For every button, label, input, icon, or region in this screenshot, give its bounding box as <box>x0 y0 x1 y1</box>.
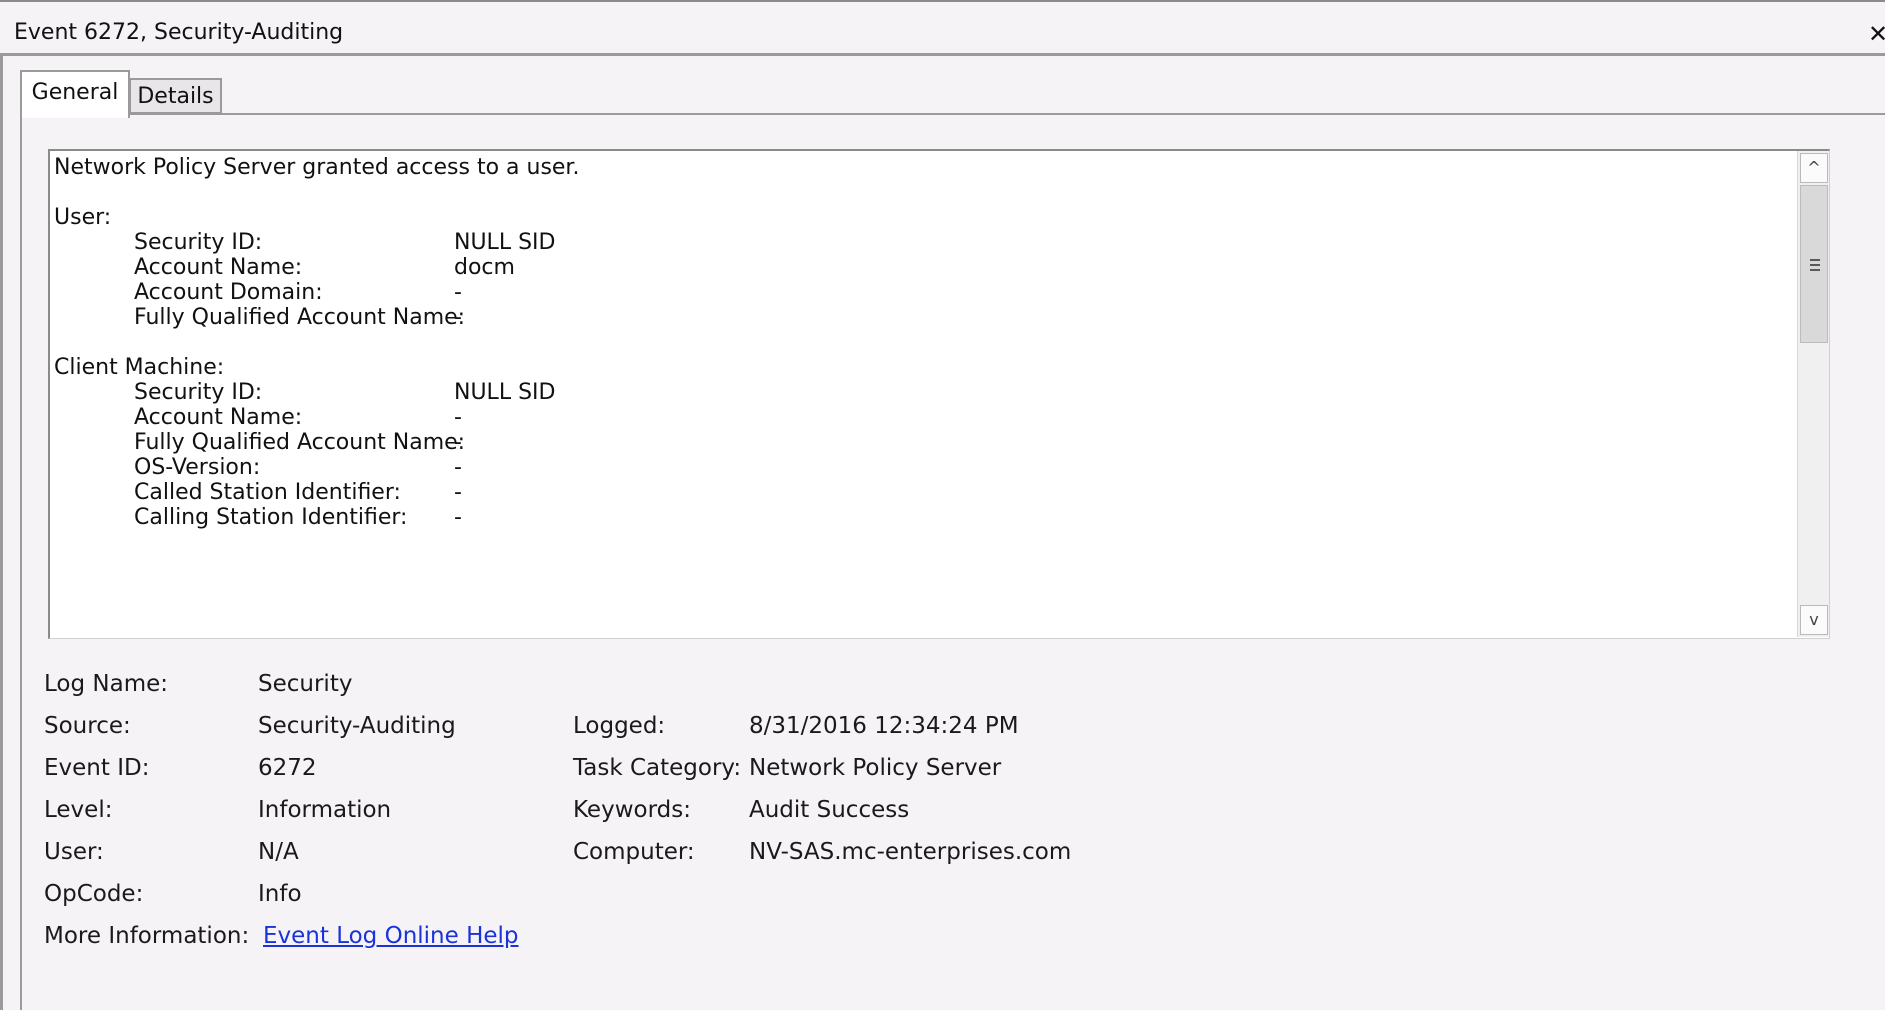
task-category-value: Network Policy Server <box>749 755 1002 781</box>
log-name-label: Log Name: <box>44 671 168 697</box>
client-field-label: OS-Version: <box>134 455 261 480</box>
scroll-up-button[interactable]: ^ <box>1800 153 1828 183</box>
user-section-heading: User: <box>54 205 112 230</box>
event-log-online-help-link[interactable]: Event Log Online Help <box>263 923 519 949</box>
client-field-label: Security ID: <box>134 380 263 405</box>
level-label: Level: <box>44 797 113 823</box>
user-field-value: docm <box>454 255 515 280</box>
user-field-label: Account Name: <box>134 255 303 280</box>
client-field-label: Called Station Identifier: <box>134 480 401 505</box>
tab-details[interactable]: Details <box>130 78 222 114</box>
description-summary: Network Policy Server granted access to … <box>54 155 580 180</box>
client-field-label: Fully Qualified Account Name: <box>134 430 466 455</box>
source-value: Security-Auditing <box>258 713 456 739</box>
client-field-label: Calling Station Identifier: <box>134 505 408 530</box>
user-field-value: - <box>454 280 462 305</box>
client-field-value: NULL SID <box>454 380 556 405</box>
logged-label: Logged: <box>573 713 666 739</box>
scroll-down-button[interactable]: v <box>1800 605 1828 635</box>
tab-general[interactable]: General <box>20 70 130 118</box>
event-description-box[interactable]: Network Policy Server granted access to … <box>48 149 1830 639</box>
user-field-label: Account Domain: <box>134 280 323 305</box>
user-field-label: Fully Qualified Account Name: <box>134 305 466 330</box>
chevron-down-icon: v <box>1809 610 1819 629</box>
more-information-label: More Information: <box>44 923 250 949</box>
user-value: N/A <box>258 839 299 865</box>
title-bar: Event 6272, Security-Auditing ✕ <box>0 0 1885 56</box>
client-machine-section-heading: Client Machine: <box>54 355 225 380</box>
scroll-thumb[interactable] <box>1800 185 1828 343</box>
window-title: Event 6272, Security-Auditing <box>14 20 344 45</box>
client-field-value: - <box>454 480 462 505</box>
client-field-value: - <box>454 405 462 430</box>
client-field-value: - <box>454 455 462 480</box>
logged-value: 8/31/2016 12:34:24 PM <box>749 713 1019 739</box>
description-scrollbar[interactable]: ^ v <box>1797 151 1829 637</box>
client-field-value: - <box>454 430 462 455</box>
chevron-up-icon: ^ <box>1807 158 1821 177</box>
task-category-label: Task Category: <box>573 755 742 781</box>
client-field-value: - <box>454 505 462 530</box>
window-left-border <box>0 56 3 1010</box>
level-value: Information <box>258 797 392 823</box>
opcode-label: OpCode: <box>44 881 144 907</box>
event-id-value: 6272 <box>258 755 317 781</box>
user-label: User: <box>44 839 104 865</box>
source-label: Source: <box>44 713 131 739</box>
keywords-label: Keywords: <box>573 797 691 823</box>
user-field-label: Security ID: <box>134 230 263 255</box>
computer-label: Computer: <box>573 839 695 865</box>
event-id-label: Event ID: <box>44 755 150 781</box>
opcode-value: Info <box>258 881 302 907</box>
computer-value: NV-SAS.mc-enterprises.com <box>749 839 1072 865</box>
client-field-label: Account Name: <box>134 405 303 430</box>
user-field-value: - <box>454 305 462 330</box>
log-name-value: Security <box>258 671 353 697</box>
user-field-value: NULL SID <box>454 230 556 255</box>
keywords-value: Audit Success <box>749 797 910 823</box>
close-icon[interactable]: ✕ <box>1868 20 1885 48</box>
